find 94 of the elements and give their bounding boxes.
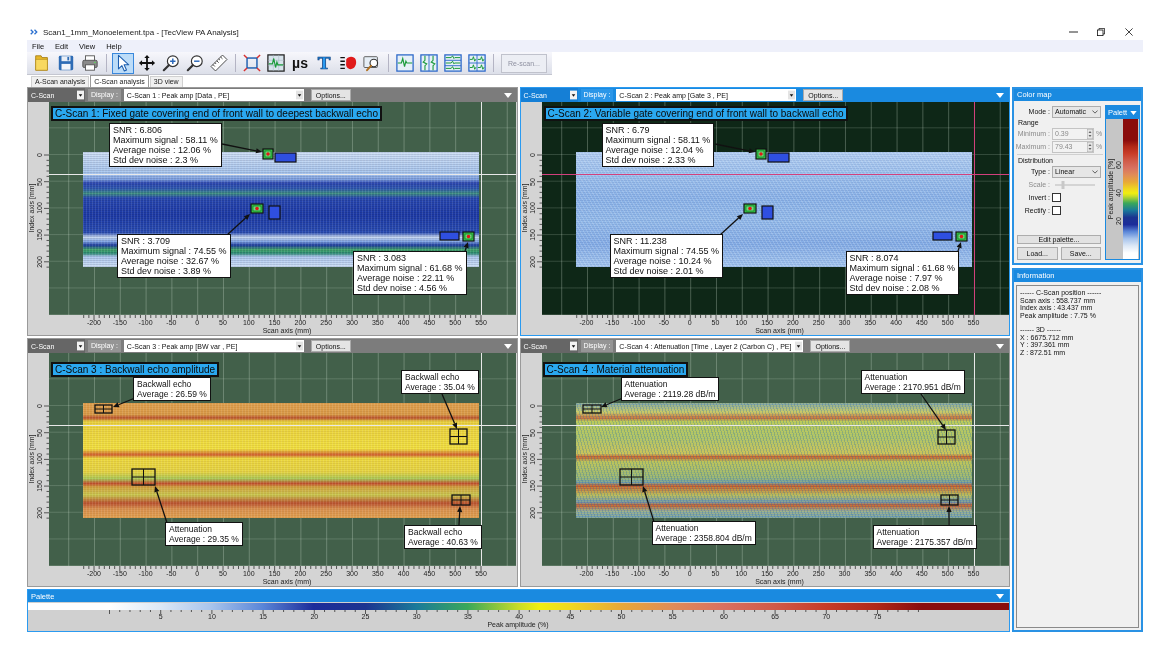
pointer-arrow [600,397,624,408]
caret-icon [569,90,577,100]
pointer-arrow [641,486,655,523]
pointer-arrow [945,506,952,526]
waveform-chart-icon [267,54,285,72]
pointer-arrow [457,506,463,526]
pointer-arrow [221,143,262,154]
callout-label: SNR : 6.79 Maximum signal : 58.11 % Average noise : 12.04 % Std dev noise : 2.33 % [601,123,715,167]
noise-region [931,231,953,241]
tool-button[interactable] [265,52,287,74]
caret-icon[interactable] [996,593,1004,599]
scan-title: C-Scan 1: Fixed gate covering end of front wall to deepest backwall echo [51,106,382,121]
callout-label: SNR : 8.074 Maximum signal : 61.68 % Average noise : 7.97 % Std dev noise : 2.08 % [845,251,960,295]
caret-icon [788,90,796,100]
minimize-icon [1068,31,1078,33]
pointer-arrow [226,214,250,236]
caret-icon [77,90,84,100]
crosshair-marker-icon [581,404,602,414]
callout-label: Attenuation Average : 2119.28 dB/m [620,377,720,401]
tool-button[interactable] [136,52,158,74]
noise-region [439,231,460,241]
callout-label: SNR : 3.709 Maximum signal : 74.55 % Average noise : 32.67 % Std dev noise : 3.89 % [117,234,231,278]
caret-icon [295,341,303,351]
grid-waveform-icon [468,54,486,72]
noise-region [760,205,774,220]
target-marker-icon [462,231,475,242]
pointer-arrow [154,486,168,524]
two-column-waveform-icon [420,54,438,72]
callout-label: Attenuation Average : 2175.357 dB/m [872,525,977,549]
scan-title: C-Scan 4 : Material attenuation [542,362,689,377]
three-row-waveform-icon [444,54,462,72]
pointer-arrow [441,393,458,429]
window-title: Scan1_1mm_Monoelement.tpa - [TecView PA Analysis] [43,27,239,37]
crosshair-marker-icon [451,494,471,506]
chevron-down-icon [1092,109,1098,114]
frame-corners-icon [243,54,261,72]
pointer-arrow [713,143,755,154]
crosshair-marker-icon [939,494,959,506]
checkbox[interactable] [1052,193,1061,202]
target-marker-icon [262,148,274,160]
tool-button[interactable] [160,52,182,74]
chevrons-icon [30,29,39,35]
caret-icon [795,341,803,351]
move-arrows-icon [138,54,156,72]
callout-label: Attenuation Average : 29.35 % [165,522,243,546]
caret-icon [77,341,84,351]
screen-magnifier-icon [363,54,381,72]
caret-icon[interactable] [996,92,1004,98]
caret-icon[interactable] [503,92,512,98]
scan-title: C-Scan 2: Variable gate covering end of front wall to backwall echo [543,106,848,121]
scan-title: C-Scan 3 : Backwall echo amplitude [51,362,220,377]
zoom-out-icon [186,54,204,72]
pointer-arrow [718,214,743,236]
tool-button[interactable] [112,52,134,74]
target-marker-icon [954,231,968,242]
caret-icon[interactable] [996,343,1004,349]
tool-button[interactable]: T [313,52,335,74]
chevron-down-icon [1092,169,1098,174]
tool-button[interactable] [79,52,101,74]
noise-region [766,152,790,163]
pointer-arrow [113,397,136,408]
close-icon [1125,28,1133,36]
crosshair-marker-icon [131,468,156,486]
callout-label: Backwall echo Average : 40.63 % [404,525,482,549]
callout-label: SNR : 3.083 Maximum signal : 61.68 % Average noise : 22.11 % Std dev noise : 4.56 % [353,251,467,295]
zoom-in-icon [162,54,180,72]
tool-button[interactable]: µs [289,52,311,74]
callout-label: Backwall echo Average : 35.04 % [401,370,479,394]
callout-label: Attenuation Average : 2358.804 dB/m [651,521,756,545]
target-marker-icon [742,203,757,214]
restore-icon [1097,28,1105,36]
caret-icon [295,90,303,100]
target-marker-icon [754,148,767,160]
caret-icon [1130,110,1137,115]
callout-label: Attenuation Average : 2170.951 dB/m [860,370,965,394]
list-blob-icon [339,54,357,72]
printer-icon [81,54,99,72]
noise-region [274,152,297,163]
pointer-arrow [919,393,946,430]
caret-icon[interactable] [503,343,512,349]
caret-icon [569,341,577,351]
folder-icon [33,54,51,72]
crosshair-marker-icon [94,404,113,414]
callout-label: SNR : 6.806 Maximum signal : 58.11 % Average noise : 12.06 % Std dev noise : 2.3 % [109,123,222,167]
callout-label: Backwall echo Average : 26.59 % [133,377,211,401]
tool-button[interactable] [184,52,206,74]
crosshair-marker-icon [618,468,644,486]
crosshair-marker-icon [936,429,956,445]
single-waveform-icon [396,54,414,72]
noise-region [268,205,281,220]
checkbox[interactable] [1052,206,1061,215]
target-marker-icon [250,203,264,214]
callout-label: SNR : 11.238 Maximum signal : 74.55 % Average noise : 10.24 % Std dev noise : 2.01 % [609,234,724,278]
crosshair-marker-icon [449,428,468,445]
